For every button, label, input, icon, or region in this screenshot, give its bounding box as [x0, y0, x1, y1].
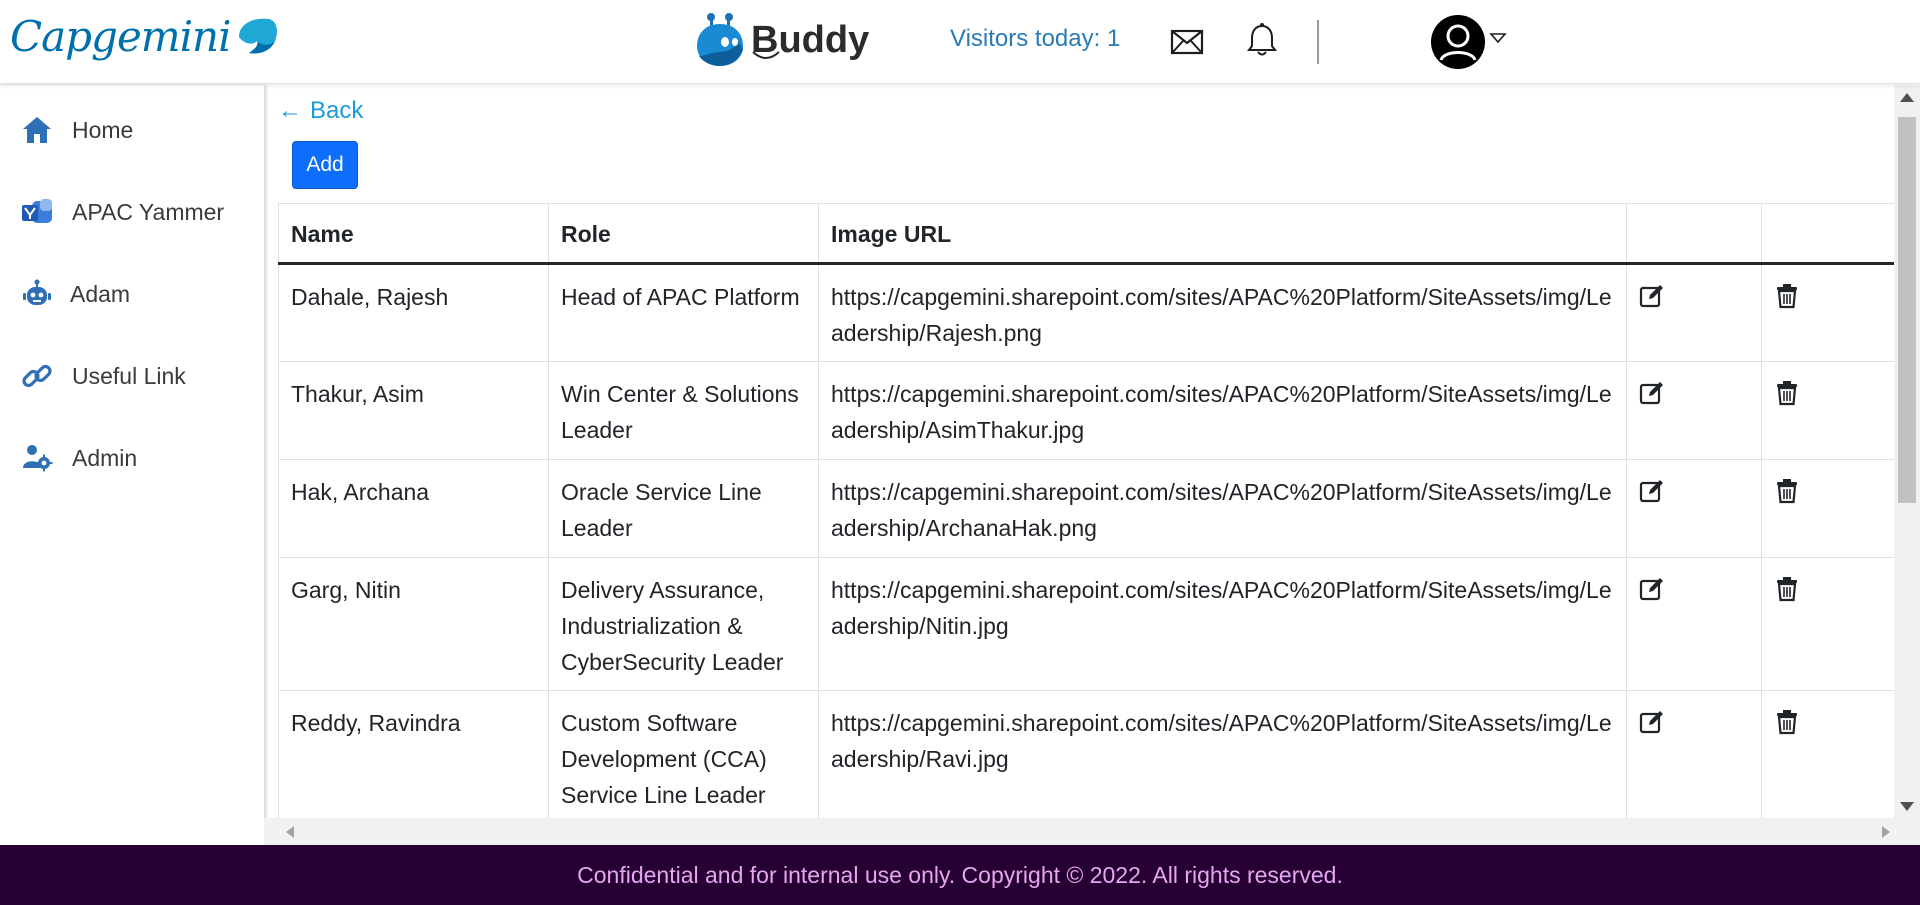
caret-down-icon[interactable] [1489, 32, 1507, 44]
cell-delete [1761, 263, 1894, 362]
table-row: Dahale, Rajesh Head of APAC Platform htt… [278, 263, 1894, 362]
edit-icon[interactable] [1639, 709, 1665, 735]
buddy-mascot-icon [697, 13, 743, 66]
cell-delete [1761, 557, 1894, 691]
scroll-up-arrow-icon[interactable] [1900, 93, 1914, 102]
add-button[interactable]: Add [292, 141, 358, 189]
cell-edit [1626, 690, 1762, 824]
cell-role: Win Center & Solutions Leader [548, 361, 819, 460]
table-header-row: Name Role Image URL [278, 203, 1894, 265]
user-avatar-icon[interactable] [1430, 14, 1486, 70]
footer-copyright: Confidential and for internal use only. … [577, 861, 1343, 888]
column-header-role: Role [548, 203, 819, 265]
link-icon [20, 359, 54, 393]
cell-image-url: https://capgemini.sharepoint.com/sites/A… [818, 557, 1627, 691]
trash-icon[interactable] [1774, 576, 1800, 602]
trash-icon[interactable] [1774, 380, 1800, 406]
vertical-scrollbar[interactable] [1894, 85, 1920, 845]
table-row: Hak, Archana Oracle Service Line Leader … [278, 459, 1894, 558]
sidebar-item-useful-link[interactable]: Useful Link [0, 346, 264, 406]
home-icon [20, 113, 54, 147]
edit-icon[interactable] [1639, 576, 1665, 602]
sidebar-item-label: Admin [72, 444, 138, 471]
table-row: Thakur, Asim Win Center & Solutions Lead… [278, 361, 1894, 460]
cell-name: Thakur, Asim [278, 361, 549, 460]
cell-image-url: https://capgemini.sharepoint.com/sites/A… [818, 459, 1627, 558]
visitors-count: Visitors today: 1 [950, 25, 1121, 52]
cell-name: Reddy, Ravindra [278, 690, 549, 824]
column-header-image-url: Image URL [818, 203, 1627, 265]
sidebar-item-label: Adam [70, 280, 131, 307]
trash-icon[interactable] [1774, 283, 1800, 309]
arrow-left-icon: ← [278, 97, 302, 124]
cell-name: Dahale, Rajesh [278, 263, 549, 362]
edit-icon[interactable] [1639, 380, 1665, 406]
sidebar-item-home[interactable]: Home [0, 100, 264, 160]
sidebar-item-label: Home [72, 116, 134, 143]
scroll-down-arrow-icon[interactable] [1900, 802, 1914, 811]
sidebar-item-admin[interactable]: Admin [0, 428, 264, 488]
column-header-edit [1626, 203, 1762, 265]
smile-icon [752, 51, 780, 59]
admin-users-icon [20, 441, 54, 475]
back-link[interactable]: ← Back [278, 97, 363, 125]
horizontal-scrollbar[interactable] [264, 818, 1894, 845]
leadership-table: Name Role Image URL Dahale, Rajesh Head … [278, 203, 1894, 824]
trash-icon[interactable] [1774, 478, 1800, 504]
edit-icon[interactable] [1639, 283, 1665, 309]
sidebar-item-label: APAC Yammer [72, 198, 225, 225]
logo-wordmark: Capgemini [10, 12, 232, 61]
cell-edit [1626, 459, 1762, 558]
cell-image-url: https://capgemini.sharepoint.com/sites/A… [818, 263, 1627, 362]
cell-edit [1626, 361, 1762, 460]
cell-edit [1626, 557, 1762, 691]
cell-delete [1761, 690, 1894, 824]
edit-icon[interactable] [1639, 478, 1665, 504]
main-content: ← Back Add Name Role Image URL Dahale, R… [264, 85, 1894, 845]
yammer-icon [20, 195, 54, 229]
header-divider [1317, 20, 1319, 64]
cell-delete [1761, 459, 1894, 558]
cell-role: Delivery Assurance, Industrialization & … [548, 557, 819, 691]
cell-edit [1626, 263, 1762, 362]
table-row: Garg, Nitin Delivery Assurance, Industri… [278, 557, 1894, 691]
scroll-right-arrow-icon[interactable] [1882, 826, 1890, 838]
cell-image-url: https://capgemini.sharepoint.com/sites/A… [818, 361, 1627, 460]
vertical-scroll-thumb[interactable] [1898, 117, 1916, 503]
buddy-brand[interactable]: Buddy [695, 12, 869, 68]
back-label: Back [310, 97, 364, 124]
column-header-name: Name [278, 203, 549, 265]
cell-name: Hak, Archana [278, 459, 549, 558]
sidebar-item-adam[interactable]: Adam [0, 264, 264, 324]
robot-icon [20, 277, 54, 311]
spade-logo-icon [238, 18, 277, 54]
capgemini-logo[interactable]: Capgemini [10, 12, 279, 62]
table-row: Reddy, Ravindra Custom Software Developm… [278, 690, 1894, 824]
trash-icon[interactable] [1774, 709, 1800, 735]
sidebar-item-label: Useful Link [72, 362, 186, 389]
sidebar: Home APAC Yammer Adam Useful Link Admin [0, 85, 264, 845]
cell-delete [1761, 361, 1894, 460]
mail-icon[interactable] [1170, 28, 1204, 56]
cell-image-url: https://capgemini.sharepoint.com/sites/A… [818, 690, 1627, 824]
bell-icon[interactable] [1246, 22, 1278, 58]
sidebar-item-apac-yammer[interactable]: APAC Yammer [0, 182, 264, 242]
cell-role: Custom Software Development (CCA) Servic… [548, 690, 819, 824]
scroll-left-arrow-icon[interactable] [286, 826, 294, 838]
cell-name: Garg, Nitin [278, 557, 549, 691]
cell-role: Head of APAC Platform [548, 263, 819, 362]
top-header: Capgemini Buddy Visitors today: 1 [0, 0, 1920, 84]
cell-role: Oracle Service Line Leader [548, 459, 819, 558]
footer: Confidential and for internal use only. … [0, 845, 1920, 905]
column-header-delete [1761, 203, 1894, 265]
